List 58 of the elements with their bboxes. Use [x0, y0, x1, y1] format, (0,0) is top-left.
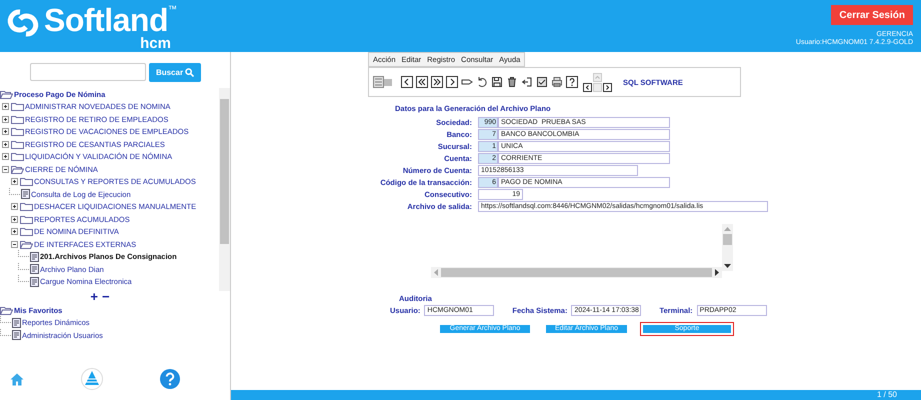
folder-icon	[20, 202, 33, 212]
expand-icon[interactable]	[2, 153, 9, 160]
double-chevron-right-icon[interactable]	[431, 76, 443, 88]
save-icon[interactable]	[491, 76, 503, 88]
document-icon	[30, 252, 39, 262]
chevron-left-icon[interactable]	[401, 76, 413, 88]
product-name: hcm	[140, 36, 171, 51]
expand-icon[interactable]	[11, 216, 18, 223]
folder-icon	[20, 177, 33, 186]
page-counter: 1 / 50	[876, 390, 898, 400]
folder-icon	[11, 114, 24, 124]
folder-icon	[20, 227, 33, 236]
collapse-all-button[interactable]: −	[102, 291, 110, 303]
expand-icon[interactable]	[2, 140, 9, 148]
exit-icon[interactable]	[521, 76, 533, 88]
double-chevron-left-icon[interactable]	[416, 76, 428, 88]
folder-icon	[11, 152, 24, 162]
table-icon[interactable]	[373, 76, 393, 88]
home-icon[interactable]	[10, 372, 24, 386]
trademark-sign: ™	[168, 4, 177, 14]
open-folder-icon	[11, 164, 24, 174]
expand-icon[interactable]	[2, 116, 9, 123]
open-folder-icon	[20, 240, 33, 249]
arrow-right-icon[interactable]	[603, 82, 612, 92]
expand-icon[interactable]	[2, 103, 9, 110]
document-icon	[21, 189, 30, 200]
expand-icon[interactable]	[2, 128, 9, 136]
document-icon	[12, 330, 21, 340]
scrollbar[interactable]	[219, 88, 230, 291]
chevron-right-icon[interactable]	[446, 76, 458, 88]
folder-icon	[11, 102, 24, 112]
brand-name: Softland	[44, 4, 168, 36]
collapse-icon[interactable]	[2, 166, 9, 173]
document-icon	[30, 276, 39, 287]
folder-icon	[20, 214, 33, 224]
checklist-icon[interactable]	[536, 76, 548, 88]
scrollbar[interactable]	[431, 267, 722, 278]
undo-icon[interactable]	[476, 76, 488, 88]
folder-icon	[11, 127, 24, 136]
trash-icon[interactable]	[506, 76, 518, 88]
logout-button[interactable]: Cerrar Sesión	[831, 5, 913, 25]
document-icon	[30, 264, 39, 274]
collapse-icon[interactable]	[11, 240, 18, 248]
arrow-left-icon[interactable]	[583, 82, 592, 92]
expand-icon[interactable]	[11, 228, 18, 236]
expand-icon[interactable]	[11, 203, 18, 210]
expand-icon[interactable]	[11, 178, 18, 186]
pyramid-icon[interactable]	[81, 368, 103, 390]
help-icon[interactable]	[566, 76, 578, 88]
scroll-right-icon[interactable]	[715, 269, 719, 276]
document-icon	[12, 318, 21, 328]
expand-all-button[interactable]: +	[90, 291, 98, 303]
printer-icon[interactable]	[551, 76, 563, 88]
folder-icon	[11, 140, 24, 149]
scroll-down-icon[interactable]	[724, 264, 731, 268]
search-icon	[185, 68, 194, 77]
search-field[interactable]	[30, 63, 146, 81]
scrollbar[interactable]	[722, 224, 733, 271]
